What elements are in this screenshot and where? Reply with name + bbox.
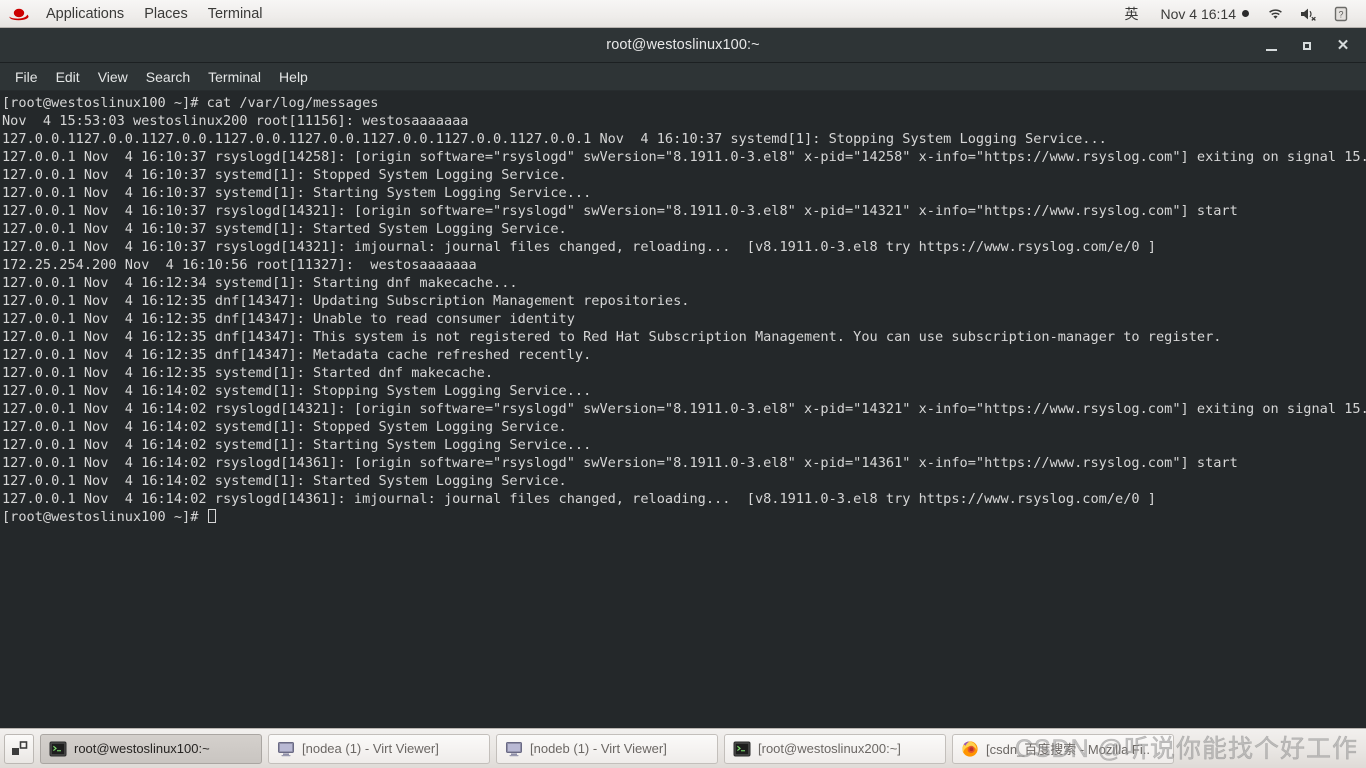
menu-applications[interactable]: Applications <box>36 0 134 27</box>
terminal-text: [root@westoslinux100 ~]# cat /var/log/me… <box>2 94 1366 526</box>
terminal-line: 127.0.0.1 Nov 4 16:14:02 systemd[1]: Sto… <box>2 383 592 399</box>
window-controls: ✕ <box>1254 28 1360 63</box>
menu-file[interactable]: File <box>6 66 47 88</box>
terminal-line: 127.0.0.1 Nov 4 16:10:37 systemd[1]: Sta… <box>2 185 592 201</box>
taskbar-item-2[interactable]: [nodeb (1) - Virt Viewer] <box>496 733 718 764</box>
terminal-line: 127.0.0.1 Nov 4 16:14:02 systemd[1]: Sto… <box>2 419 567 435</box>
redhat-logo-icon <box>0 5 36 23</box>
show-desktop-icon <box>11 741 27 755</box>
firefox-icon <box>961 740 979 758</box>
taskbar-window-list: root@westoslinux100:~ [nodea (1) - Virt V… <box>40 733 1362 764</box>
minimize-button[interactable] <box>1254 32 1288 60</box>
terminal-menubar: File Edit View Search Terminal Help <box>0 63 1366 91</box>
terminal-icon <box>49 740 67 758</box>
taskbar-item-label: root@westoslinux100:~ <box>74 741 210 756</box>
taskbar-item-0[interactable]: root@westoslinux100:~ <box>40 733 262 764</box>
menu-terminal[interactable]: Terminal <box>199 66 270 88</box>
terminal-line: 127.0.0.1 Nov 4 16:10:37 systemd[1]: Sto… <box>2 167 567 183</box>
terminal-output-area[interactable]: [root@westoslinux100 ~]# cat /var/log/me… <box>0 91 1366 728</box>
recording-dot-icon <box>1242 10 1249 17</box>
svg-text:?: ? <box>1338 9 1343 19</box>
menu-places[interactable]: Places <box>134 0 198 27</box>
wifi-icon[interactable] <box>1259 0 1292 27</box>
terminal-line: 127.0.0.1 Nov 4 16:12:35 systemd[1]: Sta… <box>2 365 494 381</box>
taskbar-item-3[interactable]: [root@westoslinux200:~] <box>724 733 946 764</box>
terminal-line: [root@westoslinux100 ~]# cat /var/log/me… <box>2 95 379 111</box>
terminal-line: 127.0.0.1 Nov 4 16:12:35 dnf[14347]: Upd… <box>2 293 690 309</box>
window-titlebar[interactable]: root@westoslinux100:~ ✕ <box>0 28 1366 63</box>
top-panel: Applications Places Terminal 英 Nov 4 16:… <box>0 0 1366 28</box>
terminal-line: 172.25.254.200 Nov 4 16:10:56 root[11327… <box>2 257 477 273</box>
terminal-line: 127.0.0.1127.0.0.1127.0.0.1127.0.0.1127.… <box>2 131 1107 147</box>
terminal-cursor <box>207 509 216 523</box>
taskbar-item-label: [nodeb (1) - Virt Viewer] <box>530 741 667 756</box>
terminal-line: 127.0.0.1 Nov 4 16:14:02 rsyslogd[14361]… <box>2 491 1156 507</box>
window-title: root@westoslinux100:~ <box>606 37 760 53</box>
terminal-line: 127.0.0.1 Nov 4 16:14:02 systemd[1]: Sta… <box>2 473 567 489</box>
terminal-line: 127.0.0.1 Nov 4 16:14:02 rsyslogd[14361]… <box>2 455 1238 471</box>
menu-help[interactable]: Help <box>270 66 317 88</box>
close-icon: ✕ <box>1336 37 1350 54</box>
terminal-line: 127.0.0.1 Nov 4 16:12:34 systemd[1]: Sta… <box>2 275 518 291</box>
minimize-icon <box>1265 48 1277 51</box>
maximize-button[interactable] <box>1290 32 1324 60</box>
menu-edit[interactable]: Edit <box>47 66 89 88</box>
taskbar-item-label: [root@westoslinux200:~] <box>758 741 901 756</box>
taskbar-item-label: [csdn_百度搜索 - Mozilla Fi.. <box>986 742 1150 757</box>
terminal-line: 127.0.0.1 Nov 4 16:12:35 dnf[14347]: Una… <box>2 311 575 327</box>
terminal-line: 127.0.0.1 Nov 4 16:10:37 systemd[1]: Sta… <box>2 221 567 237</box>
taskbar-item-1[interactable]: [nodea (1) - Virt Viewer] <box>268 733 490 764</box>
monitor-icon <box>505 740 523 758</box>
taskbar-item-label: [nodea (1) - Virt Viewer] <box>302 741 439 756</box>
taskbar-item-4[interactable]: [csdn_百度搜索 - Mozilla Fi.. <box>952 733 1174 764</box>
terminal-line: 127.0.0.1 Nov 4 16:12:35 dnf[14347]: Met… <box>2 347 592 363</box>
maximize-icon <box>1303 41 1311 50</box>
monitor-icon <box>277 740 295 758</box>
terminal-line: 127.0.0.1 Nov 4 16:10:37 rsyslogd[14321]… <box>2 203 1238 219</box>
battery-unknown-icon[interactable]: ? <box>1326 0 1356 27</box>
terminal-line: Nov 4 15:53:03 westoslinux200 root[11156… <box>2 113 469 129</box>
menu-view[interactable]: View <box>89 66 137 88</box>
terminal-line: 127.0.0.1 Nov 4 16:14:02 rsyslogd[14321]… <box>2 401 1366 417</box>
terminal-icon <box>733 740 751 758</box>
show-desktop-button[interactable] <box>4 733 34 764</box>
top-panel-left: Applications Places Terminal <box>0 0 273 27</box>
top-panel-right: 英 Nov 4 16:14 ? <box>1113 0 1366 27</box>
terminal-line: [root@westoslinux100 ~]# <box>2 508 1366 526</box>
terminal-line: 127.0.0.1 Nov 4 16:12:35 dnf[14347]: Thi… <box>2 329 1222 345</box>
menu-terminal[interactable]: Terminal <box>198 0 273 27</box>
redhat-logo-svg <box>9 8 29 20</box>
terminal-line: 127.0.0.1 Nov 4 16:10:37 rsyslogd[14258]… <box>2 149 1366 165</box>
terminal-line: 127.0.0.1 Nov 4 16:10:37 rsyslogd[14321]… <box>2 239 1156 255</box>
close-button[interactable]: ✕ <box>1326 32 1360 60</box>
terminal-line: 127.0.0.1 Nov 4 16:14:02 systemd[1]: Sta… <box>2 437 592 453</box>
volume-muted-icon[interactable] <box>1292 0 1326 27</box>
ime-indicator[interactable]: 英 <box>1113 0 1151 27</box>
terminal-window: root@westoslinux100:~ ✕ File Edit View S… <box>0 28 1366 728</box>
menu-search[interactable]: Search <box>137 66 199 88</box>
clock[interactable]: Nov 4 16:14 <box>1151 0 1260 27</box>
clock-text: Nov 4 16:14 <box>1160 5 1237 22</box>
taskbar: root@westoslinux100:~ [nodea (1) - Virt V… <box>0 728 1366 768</box>
